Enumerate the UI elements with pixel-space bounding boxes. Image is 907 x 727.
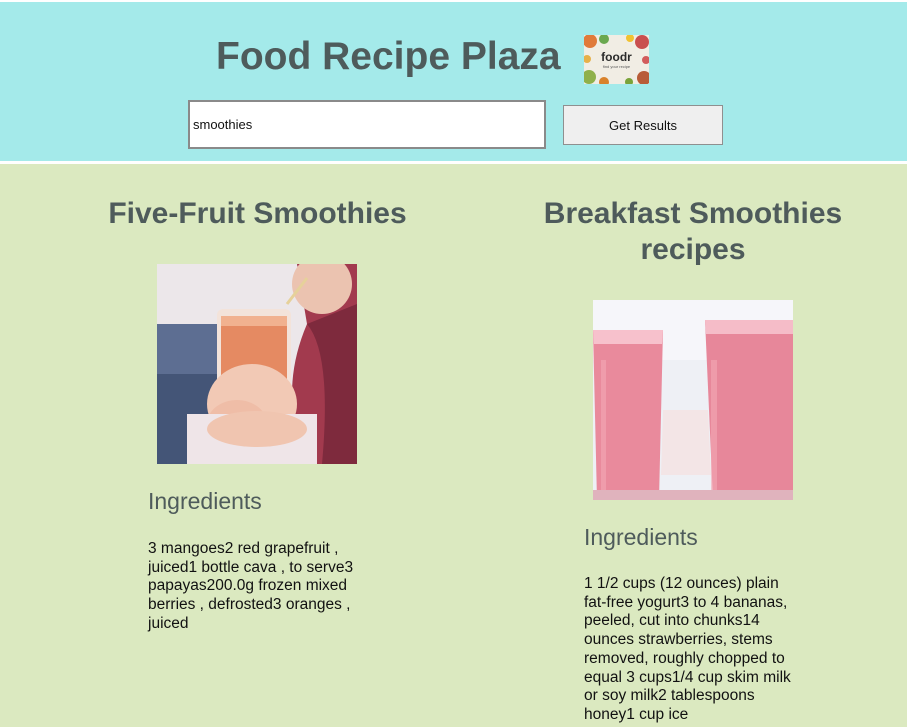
recipe-title: Breakfast Smoothies recipes bbox=[543, 197, 843, 266]
header-divider bbox=[0, 161, 907, 164]
logo-wordmark: foodr bbox=[601, 50, 632, 64]
ingredients-heading: Ingredients bbox=[584, 524, 698, 550]
site-logo: foodr find your recipe bbox=[584, 35, 649, 84]
search-input[interactable] bbox=[188, 100, 546, 149]
recipe-image bbox=[593, 300, 793, 500]
site-header: Food Recipe Plaza foodr find your recipe… bbox=[0, 0, 907, 161]
recipe-card: Five-Fruit Smoothies bbox=[60, 196, 455, 232]
ingredients-text: 3 mangoes2 red grapefruit , juiced1 bott… bbox=[148, 540, 354, 632]
recipe-title: Five-Fruit Smoothies bbox=[108, 197, 407, 230]
recipe-card: Breakfast Smoothies recipes bbox=[517, 196, 869, 268]
ingredients-text: 1 1/2 cups (12 ounces) plain fat-free yo… bbox=[584, 575, 791, 723]
logo-tagline: find your recipe bbox=[603, 64, 631, 69]
get-results-button[interactable]: Get Results bbox=[563, 105, 723, 145]
recipe-image bbox=[157, 264, 357, 464]
site-title: Food Recipe Plaza bbox=[216, 35, 561, 78]
ingredients-heading: Ingredients bbox=[148, 488, 262, 514]
